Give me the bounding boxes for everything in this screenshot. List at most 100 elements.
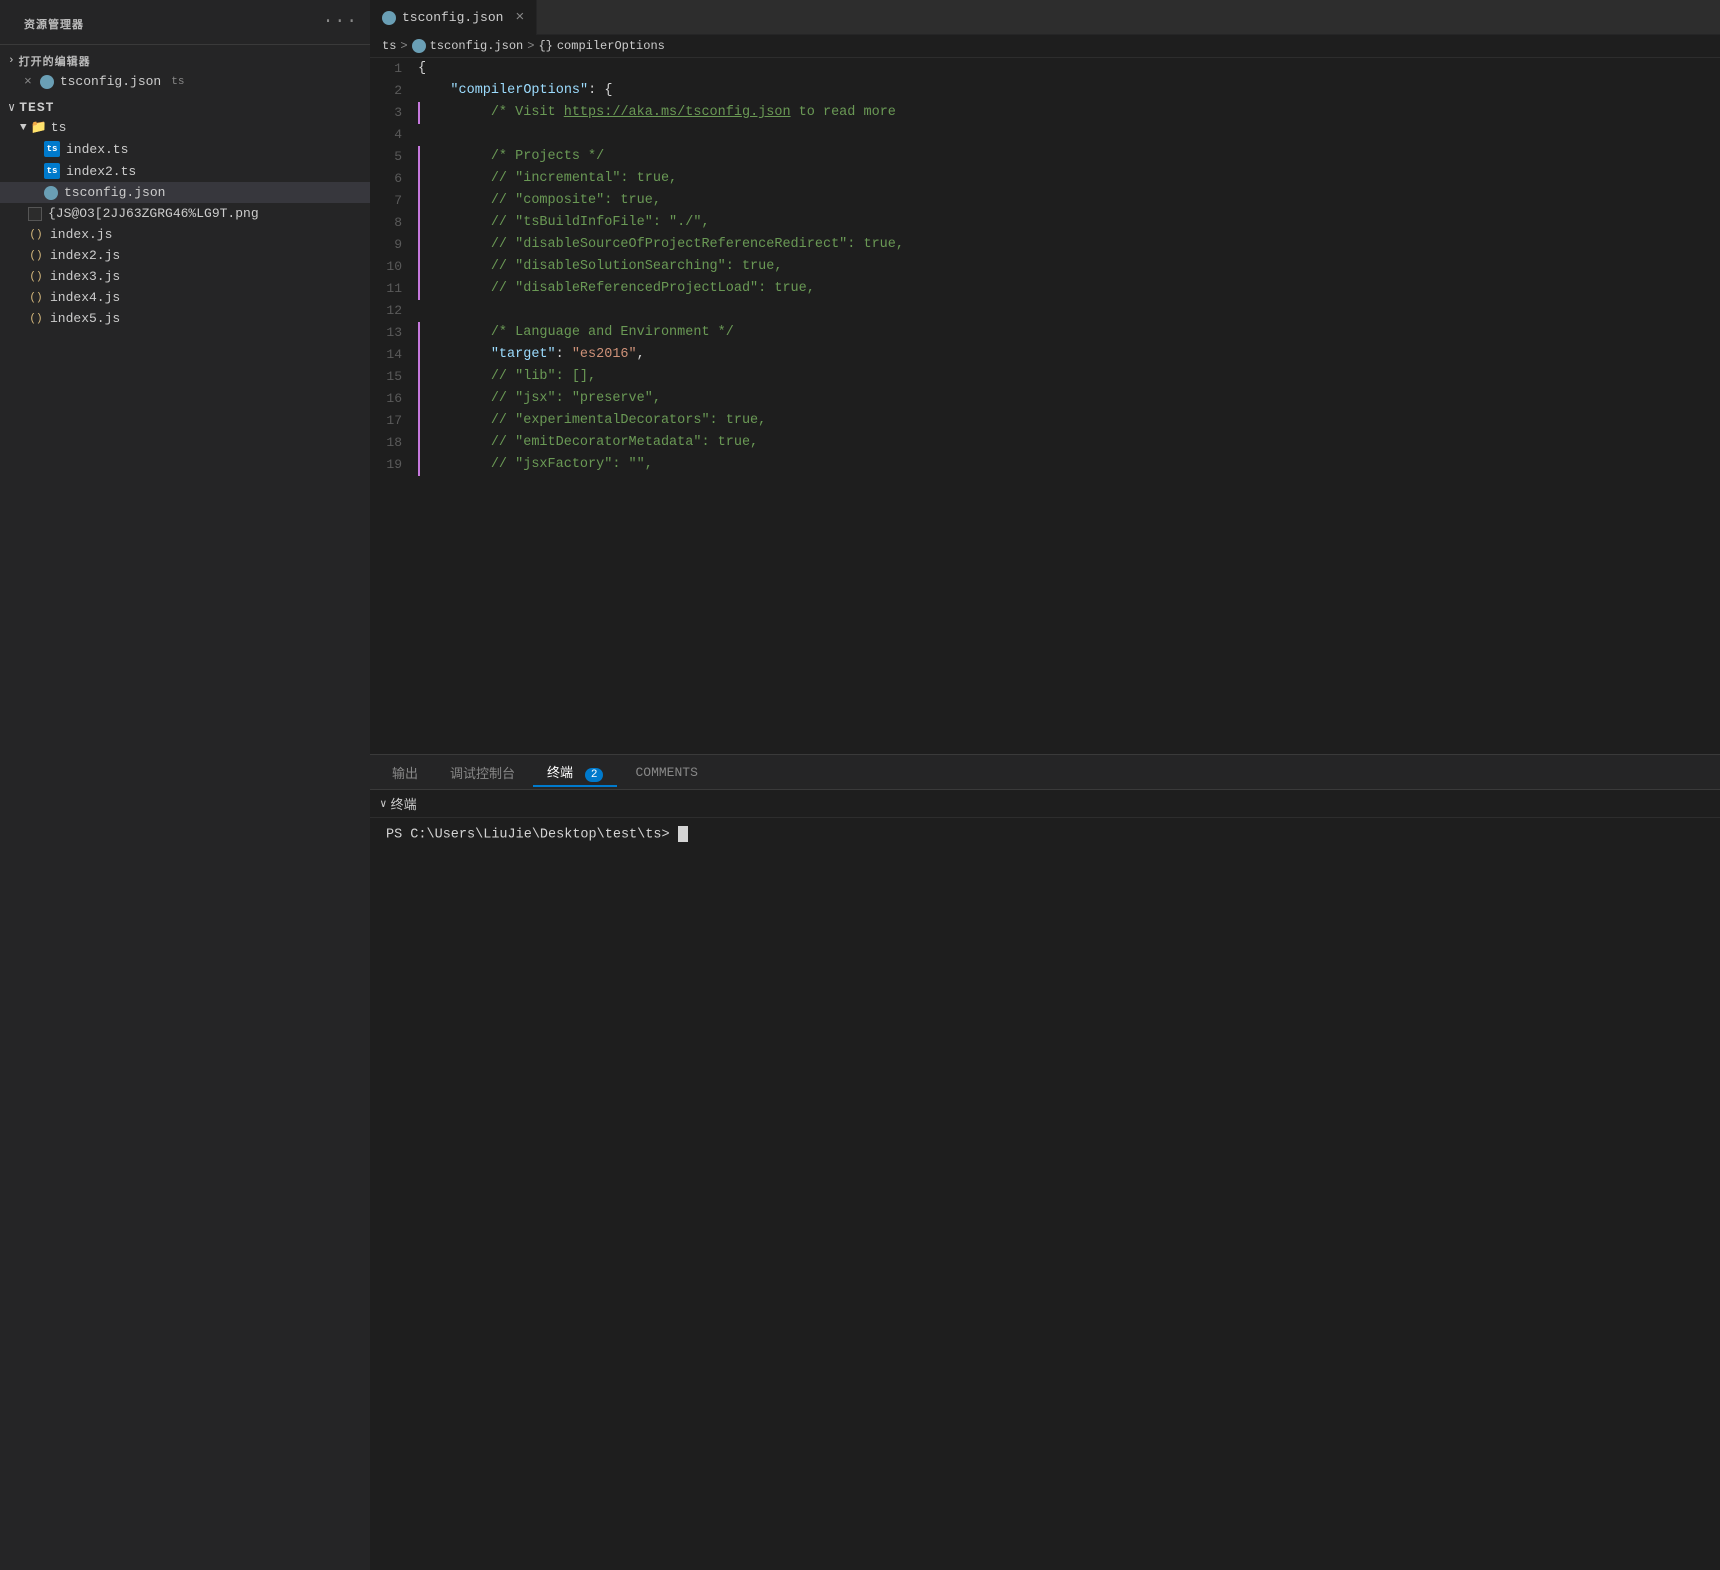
tab-terminal-label: 终端 bbox=[547, 766, 573, 781]
open-file-tsconfig[interactable]: × tsconfig.json ts bbox=[0, 71, 370, 92]
file-index2-ts[interactable]: ts index2.ts bbox=[0, 160, 370, 182]
close-file-icon[interactable]: × bbox=[24, 74, 32, 89]
line-num-4: 4 bbox=[370, 124, 418, 146]
editor-area: tsconfig.json × ts > tsconfig.json > {} … bbox=[370, 0, 1720, 1570]
file-name-js3: index3.js bbox=[50, 269, 120, 284]
line-content-17: // "experimentalDecorators": true, bbox=[418, 410, 1720, 432]
line-num-6: 6 bbox=[370, 168, 418, 190]
remaining-space bbox=[370, 874, 1720, 1570]
sidebar-more-icon[interactable]: ··· bbox=[323, 12, 358, 32]
file-index4-js[interactable]: () index4.js bbox=[0, 287, 370, 308]
breadcrumb-section: compilerOptions bbox=[557, 39, 665, 53]
line-num-11: 11 bbox=[370, 278, 418, 300]
line-num-8: 8 bbox=[370, 212, 418, 234]
folder-name: ts bbox=[51, 120, 67, 135]
line-content-7: // "composite": true, bbox=[418, 190, 1720, 212]
line-num-19: 19 bbox=[370, 454, 418, 476]
line-content-11: // "disableReferencedProjectLoad": true, bbox=[418, 278, 1720, 300]
file-index2-js[interactable]: () index2.js bbox=[0, 245, 370, 266]
breadcrumb-braces: {} bbox=[538, 39, 552, 53]
file-index5-js[interactable]: () index5.js bbox=[0, 308, 370, 329]
terminal-cursor bbox=[678, 826, 688, 842]
code-line-14: 14 "target": "es2016", bbox=[370, 344, 1720, 366]
line-content-2: "compilerOptions": { bbox=[418, 80, 1720, 102]
code-line-1: 1 { bbox=[370, 58, 1720, 80]
code-line-9: 9 // "disableSourceOfProjectReferenceRed… bbox=[370, 234, 1720, 256]
code-line-16: 16 // "jsx": "preserve", bbox=[370, 388, 1720, 410]
tab-comments-label: COMMENTS bbox=[635, 765, 697, 780]
line-content-13: /* Language and Environment */ bbox=[418, 322, 1720, 344]
tab-terminal[interactable]: 终端 2 bbox=[533, 758, 617, 787]
tab-output[interactable]: 输出 bbox=[378, 759, 432, 786]
breadcrumb-json-icon bbox=[412, 39, 426, 53]
folder-ts[interactable]: ▼ 📁 ts bbox=[0, 117, 370, 138]
line-content-1: { bbox=[418, 58, 1720, 80]
open-editors-section: › 打开的编辑器 × tsconfig.json ts bbox=[0, 45, 370, 94]
code-line-11: 11 // "disableReferencedProjectLoad": tr… bbox=[370, 278, 1720, 300]
open-file-name: tsconfig.json bbox=[60, 74, 161, 89]
line-num-15: 15 bbox=[370, 366, 418, 388]
file-name-js2: index2.js bbox=[50, 248, 120, 263]
file-index-js[interactable]: () index.js bbox=[0, 224, 370, 245]
line-num-5: 5 bbox=[370, 146, 418, 168]
terminal-content[interactable]: PS C:\Users\LiuJie\Desktop\test\ts> bbox=[370, 818, 1720, 874]
file-name: index.ts bbox=[66, 142, 128, 157]
code-line-6: 6 // "incremental": true, bbox=[370, 168, 1720, 190]
line-num-1: 1 bbox=[370, 58, 418, 80]
line-num-2: 2 bbox=[370, 80, 418, 102]
folder-icon: 📁 bbox=[31, 120, 47, 135]
line-content-18: // "emitDecoratorMetadata": true, bbox=[418, 432, 1720, 454]
code-line-12: 12 bbox=[370, 300, 1720, 322]
breadcrumb-ts: ts bbox=[382, 39, 396, 53]
line-num-9: 9 bbox=[370, 234, 418, 256]
code-content[interactable]: 1 { 2 "compilerOptions": { 3 /* Visit ht… bbox=[370, 58, 1720, 754]
terminal-header-label: 终端 bbox=[391, 794, 417, 813]
js-file-icon-2: () bbox=[28, 250, 44, 262]
json-file-icon-2 bbox=[44, 186, 58, 200]
file-tsconfig-json[interactable]: tsconfig.json bbox=[0, 182, 370, 203]
js-file-icon-3: () bbox=[28, 271, 44, 283]
line-num-17: 17 bbox=[370, 410, 418, 432]
js-file-icon-4: () bbox=[28, 292, 44, 304]
tab-close-btn[interactable]: × bbox=[515, 9, 524, 26]
code-line-17: 17 // "experimentalDecorators": true, bbox=[370, 410, 1720, 432]
json-file-icon bbox=[40, 75, 54, 89]
file-name-tsconfig: tsconfig.json bbox=[64, 185, 165, 200]
open-file-lang: ts bbox=[171, 76, 184, 88]
js-file-icon-5: () bbox=[28, 313, 44, 325]
terminal-prompt: PS C:\Users\LiuJie\Desktop\test\ts> bbox=[386, 828, 678, 843]
file-png[interactable]: {JS@O3[2JJ63ZGRG46%LG9T.png bbox=[0, 203, 370, 224]
tab-bar: tsconfig.json × bbox=[370, 0, 1720, 35]
js-file-icon: () bbox=[28, 229, 44, 241]
line-content-16: // "jsx": "preserve", bbox=[418, 388, 1720, 410]
tab-debug-label: 调试控制台 bbox=[450, 767, 515, 782]
code-line-19: 19 // "jsxFactory": "", bbox=[370, 454, 1720, 476]
sidebar-title: 资源管理器 bbox=[12, 6, 96, 38]
code-line-4: 4 bbox=[370, 124, 1720, 146]
terminal-tab-bar: 输出 调试控制台 终端 2 COMMENTS bbox=[370, 755, 1720, 790]
breadcrumb-sep1: > bbox=[400, 39, 407, 53]
code-line-5: 5 /* Projects */ bbox=[370, 146, 1720, 168]
ts-file-icon: ts bbox=[44, 141, 60, 157]
code-line-8: 8 // "tsBuildInfoFile": "./", bbox=[370, 212, 1720, 234]
line-content-9: // "disableSourceOfProjectReferenceRedir… bbox=[418, 234, 1720, 256]
terminal-badge: 2 bbox=[585, 768, 604, 782]
line-num-3: 3 bbox=[370, 102, 418, 124]
terminal-collapse-icon[interactable]: ∨ bbox=[380, 797, 387, 811]
code-editor[interactable]: 1 { 2 "compilerOptions": { 3 /* Visit ht… bbox=[370, 58, 1720, 754]
tab-comments[interactable]: COMMENTS bbox=[621, 761, 711, 784]
png-file-icon bbox=[28, 207, 42, 221]
file-index3-js[interactable]: () index3.js bbox=[0, 266, 370, 287]
line-content-19: // "jsxFactory": "", bbox=[418, 454, 1720, 476]
breadcrumb-file: tsconfig.json bbox=[430, 39, 524, 53]
tab-debug-console[interactable]: 调试控制台 bbox=[436, 759, 529, 786]
code-line-2: 2 "compilerOptions": { bbox=[370, 80, 1720, 102]
line-content-14: "target": "es2016", bbox=[418, 344, 1720, 366]
line-content-3: /* Visit https://aka.ms/tsconfig.json to… bbox=[418, 102, 1720, 124]
tab-tsconfig[interactable]: tsconfig.json × bbox=[370, 0, 537, 35]
terminal-panel: 输出 调试控制台 终端 2 COMMENTS ∨ 终端 PS C:\Users\… bbox=[370, 754, 1720, 874]
tab-json-icon bbox=[382, 11, 396, 25]
workspace-name: TEST bbox=[19, 100, 54, 115]
file-index-ts[interactable]: ts index.ts bbox=[0, 138, 370, 160]
line-content-15: // "lib": [], bbox=[418, 366, 1720, 388]
